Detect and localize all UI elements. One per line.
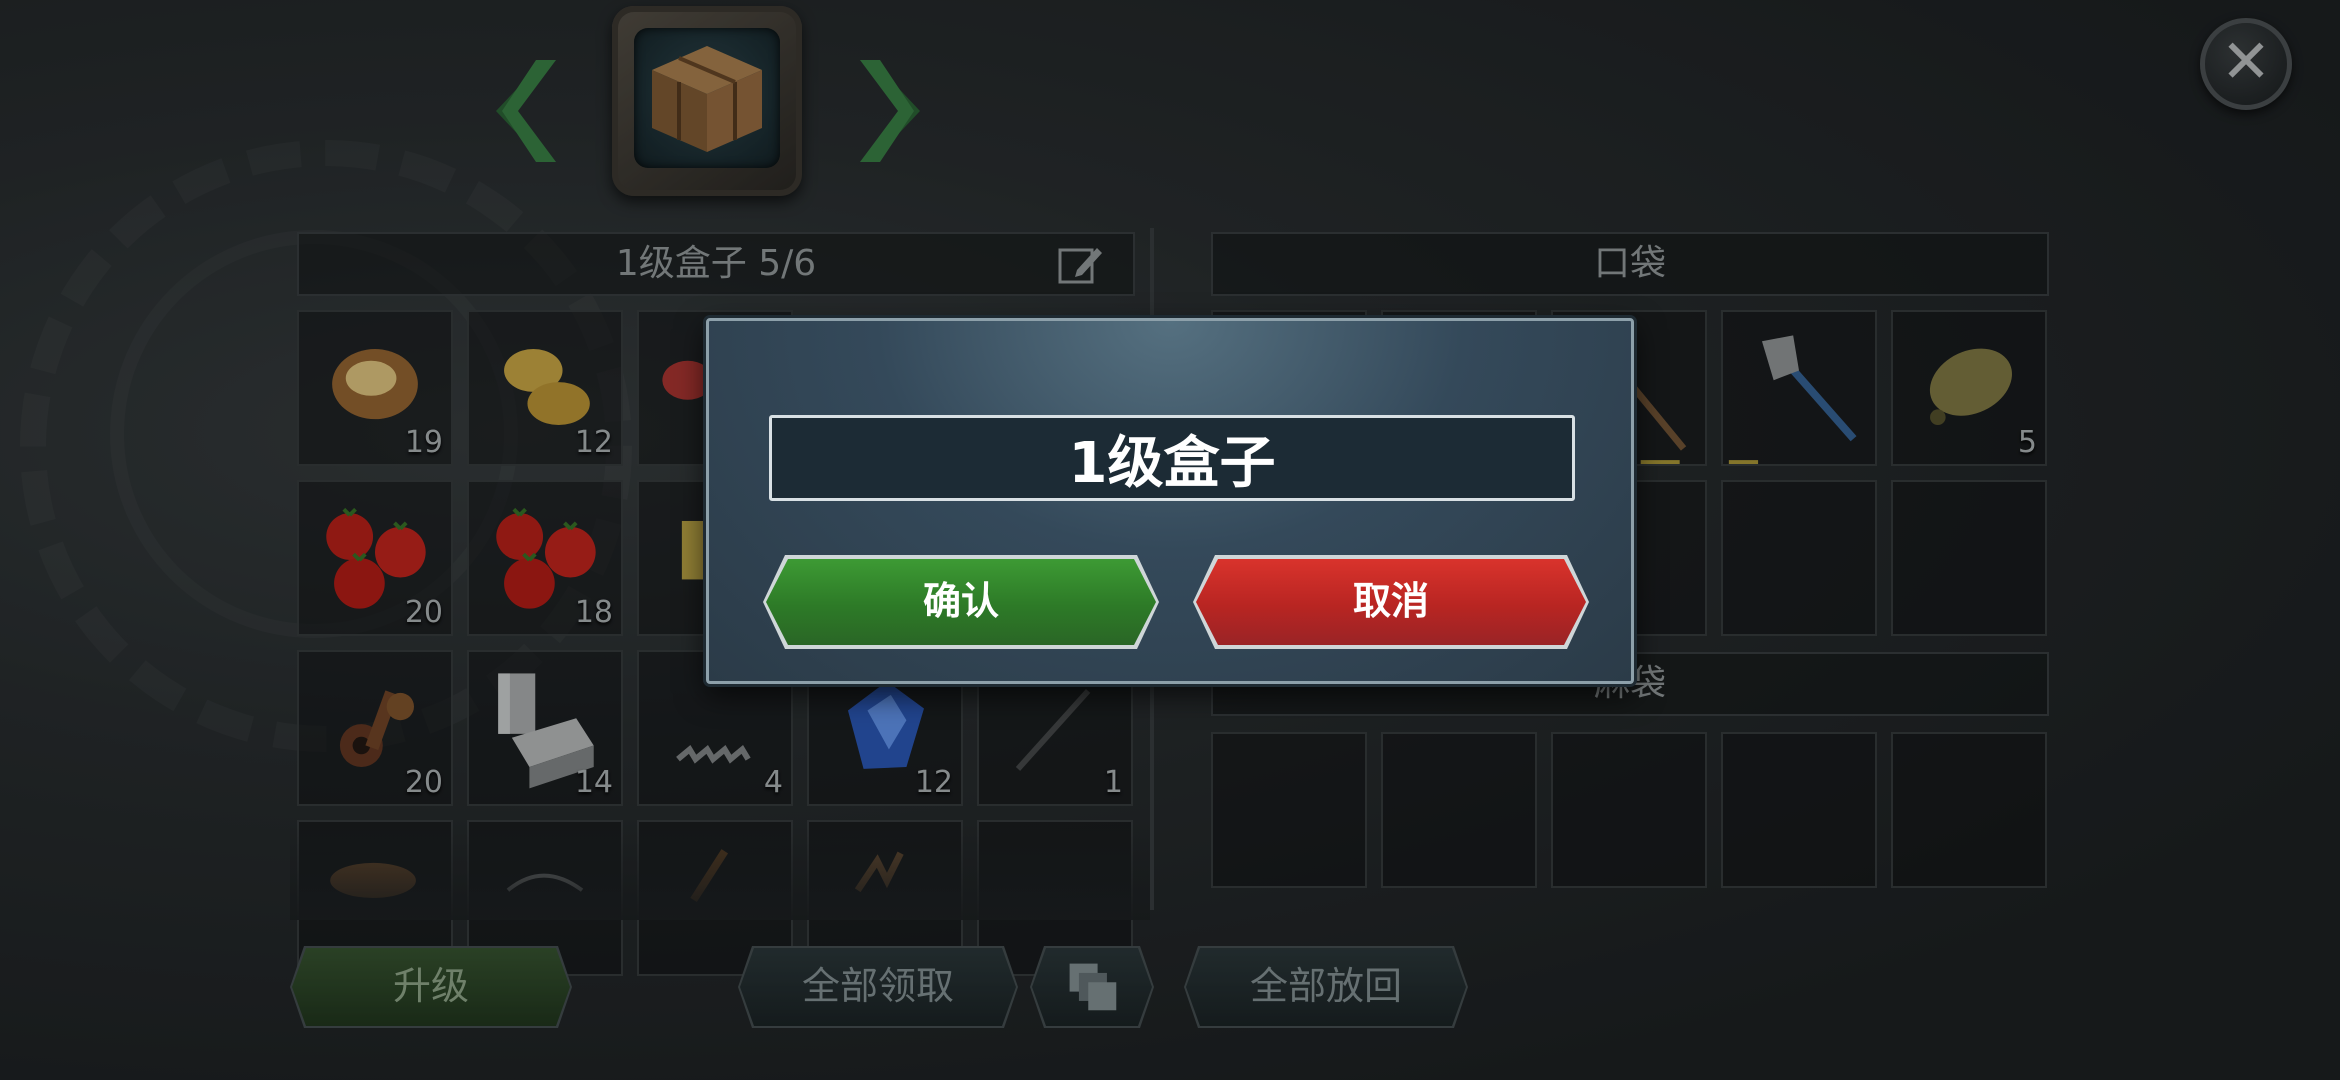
cancel-button[interactable]: 取消 xyxy=(1196,559,1586,645)
rename-dialog: 确认 取消 xyxy=(706,318,1634,684)
confirm-button[interactable]: 确认 xyxy=(766,559,1156,645)
container-name-input[interactable] xyxy=(769,415,1575,501)
